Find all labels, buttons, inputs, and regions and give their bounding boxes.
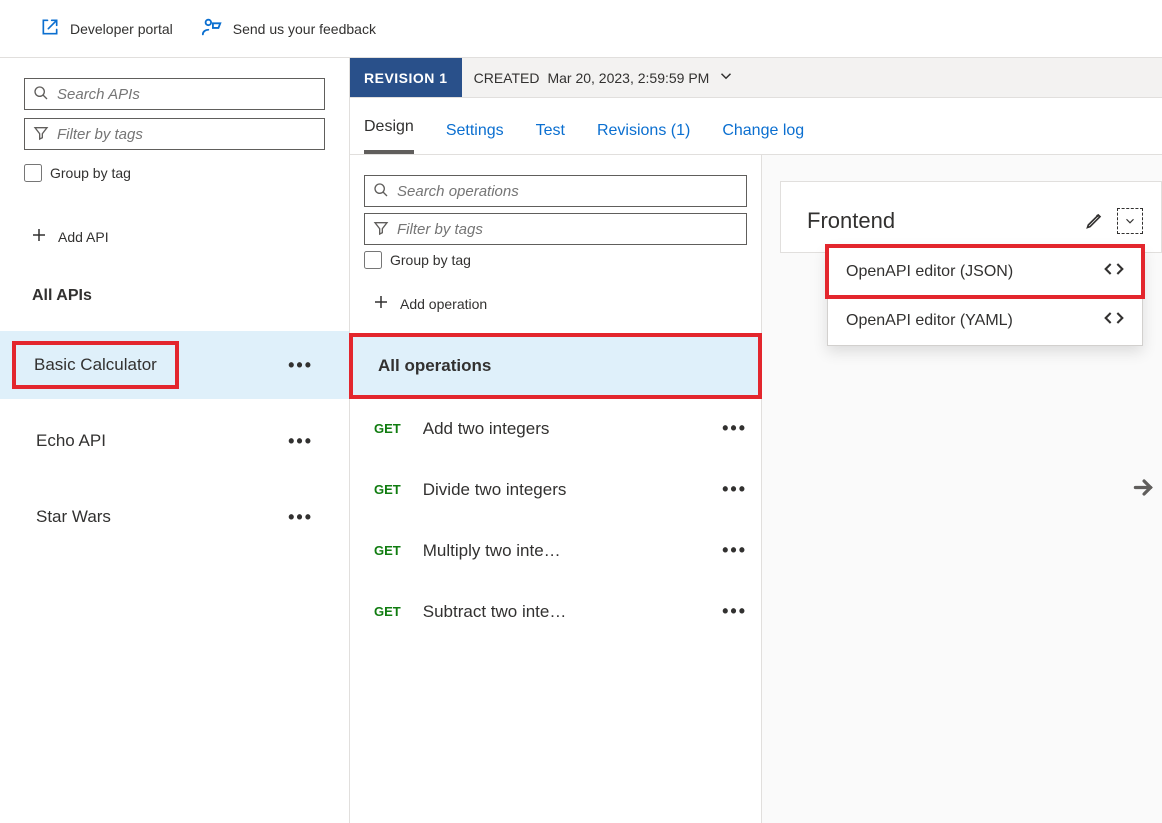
design-canvas: Frontend OpenAPI editor (JSON) (762, 155, 1162, 823)
add-api-button[interactable]: Add API (24, 190, 325, 261)
operation-more-icon[interactable]: ••• (722, 479, 747, 500)
code-icon (1104, 259, 1124, 284)
operation-item[interactable]: GET Subtract two inte… ••• (350, 581, 761, 642)
revision-created[interactable]: CREATED Mar 20, 2023, 2:59:59 PM (462, 67, 748, 88)
api-list-panel: Group by tag Add API All APIs Basic Calc… (0, 58, 350, 823)
dropdown-item-label: OpenAPI editor (JSON) (846, 263, 1013, 281)
api-item-star-wars[interactable]: Star Wars ••• (0, 483, 349, 551)
api-item-label: Star Wars (36, 507, 111, 527)
developer-portal-label: Developer portal (70, 21, 173, 37)
revision-created-date: Mar 20, 2023, 2:59:59 PM (547, 70, 709, 86)
api-item-more-icon[interactable]: ••• (288, 507, 313, 528)
api-item-label: Basic Calculator (16, 345, 175, 385)
operation-name: Subtract two inte… (423, 602, 567, 622)
group-by-tag-apis-label: Group by tag (50, 165, 131, 181)
search-operations-input-wrap[interactable] (364, 175, 747, 207)
operation-more-icon[interactable]: ••• (722, 540, 747, 561)
operation-name: Add two integers (423, 419, 550, 439)
dropdown-item-label: OpenAPI editor (YAML) (846, 312, 1013, 330)
group-by-tag-apis-checkbox[interactable] (24, 164, 42, 182)
feedback-icon (201, 16, 223, 41)
tab-test[interactable]: Test (536, 122, 565, 154)
method-badge: GET (374, 604, 401, 619)
chevron-down-icon (717, 67, 735, 88)
operation-more-icon[interactable]: ••• (722, 418, 747, 439)
tab-settings[interactable]: Settings (446, 122, 504, 154)
code-icon (1104, 308, 1124, 333)
filter-operations-input[interactable] (397, 221, 738, 238)
feedback-link[interactable]: Send us your feedback (201, 16, 376, 41)
group-by-tag-ops-checkbox[interactable] (364, 251, 382, 269)
operation-name: Divide two integers (423, 480, 567, 500)
external-link-icon (40, 17, 60, 40)
group-by-tag-apis[interactable]: Group by tag (24, 158, 325, 182)
api-item-more-icon[interactable]: ••• (288, 355, 313, 376)
filter-apis-input[interactable] (57, 126, 316, 143)
expand-arrow-icon[interactable] (1130, 475, 1156, 504)
api-item-echo-api[interactable]: Echo API ••• (0, 407, 349, 475)
developer-portal-link[interactable]: Developer portal (40, 17, 173, 40)
operation-item[interactable]: GET Divide two integers ••• (350, 459, 761, 520)
all-operations-label: All operations (378, 356, 491, 375)
all-apis-heading[interactable]: All APIs (24, 269, 325, 323)
method-badge: GET (374, 421, 401, 436)
api-item-basic-calculator[interactable]: Basic Calculator ••• (0, 331, 349, 399)
add-operation-label: Add operation (400, 296, 487, 312)
method-badge: GET (374, 543, 401, 558)
group-by-tag-ops[interactable]: Group by tag (364, 245, 747, 269)
feedback-label: Send us your feedback (233, 21, 376, 37)
add-api-label: Add API (58, 229, 109, 245)
tab-changelog[interactable]: Change log (722, 122, 804, 154)
top-bar: Developer portal Send us your feedback (0, 0, 1162, 58)
search-icon (33, 85, 49, 104)
tab-revisions[interactable]: Revisions (1) (597, 122, 690, 154)
plus-icon (30, 226, 48, 247)
method-badge: GET (374, 482, 401, 497)
operation-name: Multiply two inte… (423, 541, 561, 561)
filter-apis-input-wrap[interactable] (24, 118, 325, 150)
filter-icon (373, 220, 389, 239)
edit-icon[interactable] (1085, 210, 1105, 233)
add-operation-button[interactable]: Add operation (364, 269, 747, 334)
frontend-dropdown-toggle[interactable] (1117, 208, 1143, 234)
tab-design[interactable]: Design (364, 118, 414, 154)
frontend-dropdown: OpenAPI editor (JSON) OpenAPI editor (YA… (827, 246, 1143, 346)
filter-icon (33, 125, 49, 144)
dropdown-item-openapi-json[interactable]: OpenAPI editor (JSON) (828, 247, 1142, 296)
frontend-card: Frontend OpenAPI editor (JSON) (780, 181, 1162, 253)
operations-panel: Group by tag Add operation All operation… (350, 155, 762, 823)
tab-bar: Design Settings Test Revisions (1) Chang… (350, 98, 1162, 155)
operation-item[interactable]: GET Add two integers ••• (350, 398, 761, 459)
search-operations-input[interactable] (397, 183, 738, 200)
search-icon (373, 182, 389, 201)
operation-more-icon[interactable]: ••• (722, 601, 747, 622)
all-operations[interactable]: All operations (350, 334, 761, 398)
filter-operations-input-wrap[interactable] (364, 213, 747, 245)
api-item-more-icon[interactable]: ••• (288, 431, 313, 452)
revision-created-label: CREATED (474, 70, 540, 86)
revision-bar: REVISION 1 CREATED Mar 20, 2023, 2:59:59… (350, 58, 1162, 98)
plus-icon (372, 293, 390, 314)
dropdown-item-openapi-yaml[interactable]: OpenAPI editor (YAML) (828, 296, 1142, 345)
operation-item[interactable]: GET Multiply two inte… ••• (350, 520, 761, 581)
search-apis-input-wrap[interactable] (24, 78, 325, 110)
api-item-label: Echo API (36, 431, 106, 451)
revision-badge[interactable]: REVISION 1 (350, 58, 462, 97)
group-by-tag-ops-label: Group by tag (390, 252, 471, 268)
search-apis-input[interactable] (57, 86, 316, 103)
